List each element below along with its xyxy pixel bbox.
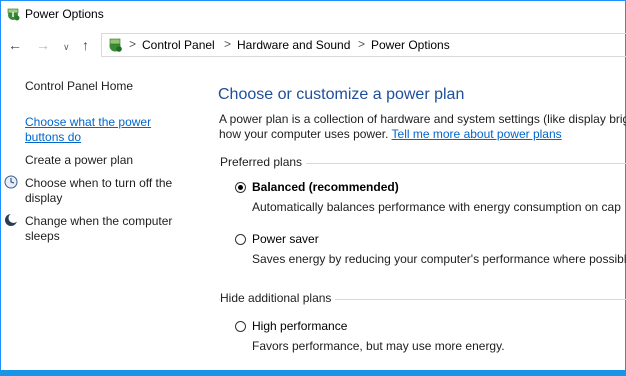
hide-additional-plans-toggle[interactable]: Hide additional plans xyxy=(220,291,336,305)
sidebar-item-label: Choose what the power xyxy=(25,115,152,129)
page-description: A power plan is a collection of hardware… xyxy=(219,112,626,142)
sidebar-item-control-panel-home[interactable]: Control Panel Home xyxy=(25,79,133,94)
sidebar-item-label: Choose when to turn off the xyxy=(25,176,173,190)
plan-description-power-saver: Saves energy by reducing your computer's… xyxy=(252,252,626,266)
control-panel-icon xyxy=(109,38,122,52)
sidebar-item-label: sleeps xyxy=(25,229,60,243)
address-bar[interactable]: > Control Panel > Hardware and Sound > P… xyxy=(101,33,626,57)
breadcrumb-hardware-and-sound[interactable]: Hardware and Sound xyxy=(237,38,350,52)
plan-description-balanced: Automatically balances performance with … xyxy=(252,200,621,214)
up-button[interactable]: ↑ xyxy=(82,38,89,52)
power-options-icon xyxy=(7,8,20,21)
plan-description-high-performance: Favors performance, but may use more ene… xyxy=(252,339,505,353)
back-button[interactable]: ← xyxy=(8,38,22,52)
breadcrumb-control-panel[interactable]: Control Panel xyxy=(142,38,215,52)
breadcrumb-power-options[interactable]: Power Options xyxy=(371,38,450,52)
preferred-plans-label: Preferred plans xyxy=(220,155,307,169)
sidebar-item-create-power-plan[interactable]: Create a power plan xyxy=(25,153,133,168)
arrow-right-icon: → xyxy=(36,37,50,53)
sidebar-item-power-buttons[interactable]: Choose what the power buttons do xyxy=(25,115,151,145)
moon-icon xyxy=(5,213,18,226)
plan-radio-high-performance[interactable] xyxy=(235,321,246,332)
plan-name-power-saver[interactable]: Power saver xyxy=(252,232,319,246)
sidebar-item-label: display xyxy=(25,191,63,205)
breadcrumb-separator: > xyxy=(129,37,137,51)
window-title: Power Options xyxy=(25,7,104,21)
display-clock-icon xyxy=(4,175,18,189)
sidebar-item-label: Change when the computer xyxy=(25,214,173,228)
window-border-accent xyxy=(0,370,626,376)
plan-name-high-performance[interactable]: High performance xyxy=(252,319,347,333)
plan-radio-power-saver[interactable] xyxy=(235,234,246,245)
sidebar-item-turn-off-display[interactable]: Choose when to turn off the display xyxy=(25,176,172,206)
chevron-down-icon: ∨ xyxy=(63,42,70,52)
arrow-up-icon: ↑ xyxy=(82,37,89,53)
title-bar: Power Options xyxy=(0,0,626,30)
breadcrumb-separator: > xyxy=(224,37,232,51)
description-line: how your computer uses power. xyxy=(219,127,389,141)
plan-name-balanced[interactable]: Balanced (recommended) xyxy=(252,180,399,194)
breadcrumb-separator: > xyxy=(358,37,366,51)
sidebar-item-label: buttons do xyxy=(25,130,82,144)
plan-radio-balanced[interactable] xyxy=(235,182,246,193)
learn-more-link[interactable]: Tell me more about power plans xyxy=(392,127,562,141)
description-line: A power plan is a collection of hardware… xyxy=(219,112,626,126)
sidebar-item-computer-sleeps[interactable]: Change when the computer sleeps xyxy=(25,214,172,244)
arrow-left-icon: ← xyxy=(8,37,22,53)
sidebar-item-label: Create a power plan xyxy=(25,153,134,167)
recent-locations-button[interactable]: ∨ xyxy=(63,40,70,54)
forward-button[interactable]: → xyxy=(36,38,50,52)
page-title: Choose or customize a power plan xyxy=(218,86,465,103)
